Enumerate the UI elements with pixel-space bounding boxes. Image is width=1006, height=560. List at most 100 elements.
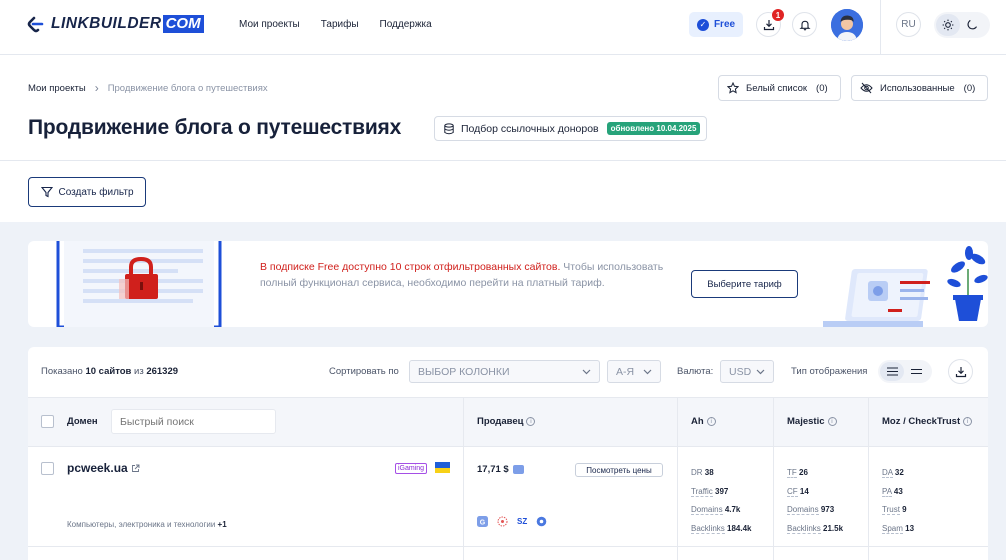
ah-dr: DR 38 <box>691 464 752 483</box>
ah-domains-label[interactable]: Domains <box>691 505 723 515</box>
row-category-text: Компьютеры, электроника и технологии <box>67 520 216 529</box>
row-checkbox[interactable] <box>41 462 54 475</box>
view-detailed-option[interactable] <box>880 362 904 381</box>
majestic-domains-label[interactable]: Domains <box>787 505 819 515</box>
column-seller[interactable]: Продавец i <box>477 416 536 427</box>
majestic-cf: CF 14 <box>787 483 843 502</box>
results-toolbar: Показано 10 сайтов из 261329 Сортировать… <box>28 347 988 397</box>
majestic-backlinks-value: 21.5k <box>823 523 844 533</box>
link-logo-icon <box>27 16 44 33</box>
column-majestic-label: Majestic <box>787 416 825 427</box>
logo-com: COM <box>162 15 204 33</box>
results-shown: 10 сайтов <box>85 366 132 377</box>
select-all-checkbox[interactable] <box>41 415 54 428</box>
ah-metrics: DR 38 Traffic 397 Domains 4.7k Backlinks… <box>691 464 752 538</box>
locked-document-illustration <box>56 241 222 327</box>
moz-spam-label[interactable]: Spam <box>882 523 903 534</box>
chevron-down-icon <box>582 369 591 374</box>
majestic-cf-label[interactable]: CF <box>787 486 798 497</box>
majestic-tf: TF 26 <box>787 464 843 483</box>
column-ah-label: Ah <box>691 416 704 427</box>
nav-my-projects[interactable]: Мои проекты <box>239 19 300 30</box>
upgrade-highlight: В подписке Free доступно 10 строк отфиль… <box>260 261 561 273</box>
seller-target-icon[interactable] <box>497 516 508 527</box>
quick-search-input[interactable] <box>111 409 276 434</box>
chevron-down-icon <box>756 369 765 374</box>
view-type-toggle[interactable] <box>878 360 932 383</box>
choose-plan-button[interactable]: Выберите тариф <box>691 270 798 298</box>
moz-da-label[interactable]: DA <box>882 468 893 478</box>
currency-icon <box>512 465 524 474</box>
nav-support[interactable]: Поддержка <box>380 19 432 30</box>
breadcrumb-current: Продвижение блога о путешествиях <box>107 82 268 94</box>
row-domain: pcweek.ua <box>67 461 128 475</box>
ah-backlinks-label[interactable]: Backlinks <box>691 523 725 534</box>
column-ah[interactable]: Ah i <box>691 416 716 427</box>
row-price-value: 17,71 $ <box>477 464 509 475</box>
light-theme-option[interactable] <box>936 14 960 36</box>
create-filter-button[interactable]: Создать фильтр <box>28 177 146 207</box>
page-title: Продвижение блога о путешествиях <box>28 116 402 139</box>
upgrade-message: В подписке Free доступно 10 строк отфиль… <box>260 260 680 291</box>
plan-label: Free <box>713 19 736 30</box>
row-domain-link[interactable]: pcweek.ua <box>67 461 140 475</box>
currency-select[interactable]: USD <box>720 360 774 383</box>
theme-toggle[interactable] <box>934 12 990 38</box>
sort-column-select[interactable]: ВЫБОР КОЛОНКИ <box>409 360 600 383</box>
ah-traffic-value: 397 <box>715 486 729 496</box>
column-majestic[interactable]: Majestic i <box>787 416 837 427</box>
tool-label: Подбор ссылочных доноров <box>461 122 599 135</box>
breadcrumb: Мои проекты › Продвижение блога о путеше… <box>28 81 268 95</box>
seller-sz-icon[interactable]: SZ <box>517 517 527 526</box>
ah-dr-value: 38 <box>704 468 714 477</box>
info-icon[interactable]: i <box>706 417 716 426</box>
top-bar: LINKBUILDER COM Мои проекты Тарифы Подде… <box>0 0 1006 55</box>
logo-text: LINKBUILDER <box>51 15 162 32</box>
majestic-tf-label[interactable]: TF <box>787 468 797 478</box>
majestic-tf-value: 26 <box>799 468 808 477</box>
ah-domains-value: 4.7k <box>724 505 741 514</box>
sort-column-value: ВЫБОР КОЛОНКИ <box>418 365 510 378</box>
notifications-button[interactable] <box>792 12 817 37</box>
info-icon[interactable]: i <box>526 417 536 426</box>
dark-theme-option[interactable] <box>960 14 984 36</box>
breadcrumb-root[interactable]: Мои проекты <box>28 83 86 94</box>
language-switch[interactable]: RU <box>896 12 921 37</box>
ah-traffic: Traffic 397 <box>691 483 752 502</box>
see-prices-button[interactable]: Посмотреть цены <box>575 463 663 477</box>
laptop-plant-illustration <box>823 246 988 327</box>
whitelist-button[interactable]: Белый список (0) <box>718 75 841 101</box>
moon-icon <box>967 20 977 30</box>
view-compact-option[interactable] <box>904 362 928 381</box>
row-category-more[interactable]: +1 <box>218 520 227 529</box>
majestic-backlinks: Backlinks 21.5k <box>787 520 843 539</box>
user-avatar[interactable] <box>831 9 863 41</box>
ah-traffic-label[interactable]: Traffic <box>691 486 713 497</box>
seller-g-icon[interactable]: G <box>477 516 488 527</box>
column-moz-checktrust[interactable]: Moz / CheckTrust i <box>882 416 973 427</box>
download-icon <box>955 366 966 377</box>
downloads-button[interactable]: 1 <box>756 9 784 37</box>
majestic-backlinks-label[interactable]: Backlinks <box>787 523 821 534</box>
chevron-right-icon: › <box>94 81 99 95</box>
whitelist-label: Белый список <box>746 82 808 94</box>
seller-gear-icon[interactable] <box>536 516 547 527</box>
moz-trust-label[interactable]: Trust <box>882 505 900 515</box>
used-sites-button[interactable]: Использованные (0) <box>851 75 989 101</box>
majestic-domains: Domains 973 <box>787 501 843 520</box>
sort-order-select[interactable]: А-Я <box>607 360 661 383</box>
column-domain[interactable]: Домен <box>67 416 98 427</box>
avatar-image <box>831 9 863 41</box>
export-button[interactable] <box>948 359 973 384</box>
filter-icon <box>40 186 53 198</box>
logo[interactable]: LINKBUILDER COM <box>27 15 204 33</box>
info-icon[interactable]: i <box>963 417 973 426</box>
tool-chip: Подбор ссылочных доноров обновлено 10.04… <box>434 116 708 141</box>
majestic-cf-value: 14 <box>799 486 809 496</box>
plan-free-button[interactable]: ✓ Free <box>689 12 743 37</box>
moz-pa-label[interactable]: PA <box>882 486 892 497</box>
nav-pricing[interactable]: Тарифы <box>321 19 359 30</box>
category-tag: iGaming <box>395 463 428 474</box>
info-icon[interactable]: i <box>827 417 837 426</box>
currency-label: Валюта: <box>677 366 714 377</box>
